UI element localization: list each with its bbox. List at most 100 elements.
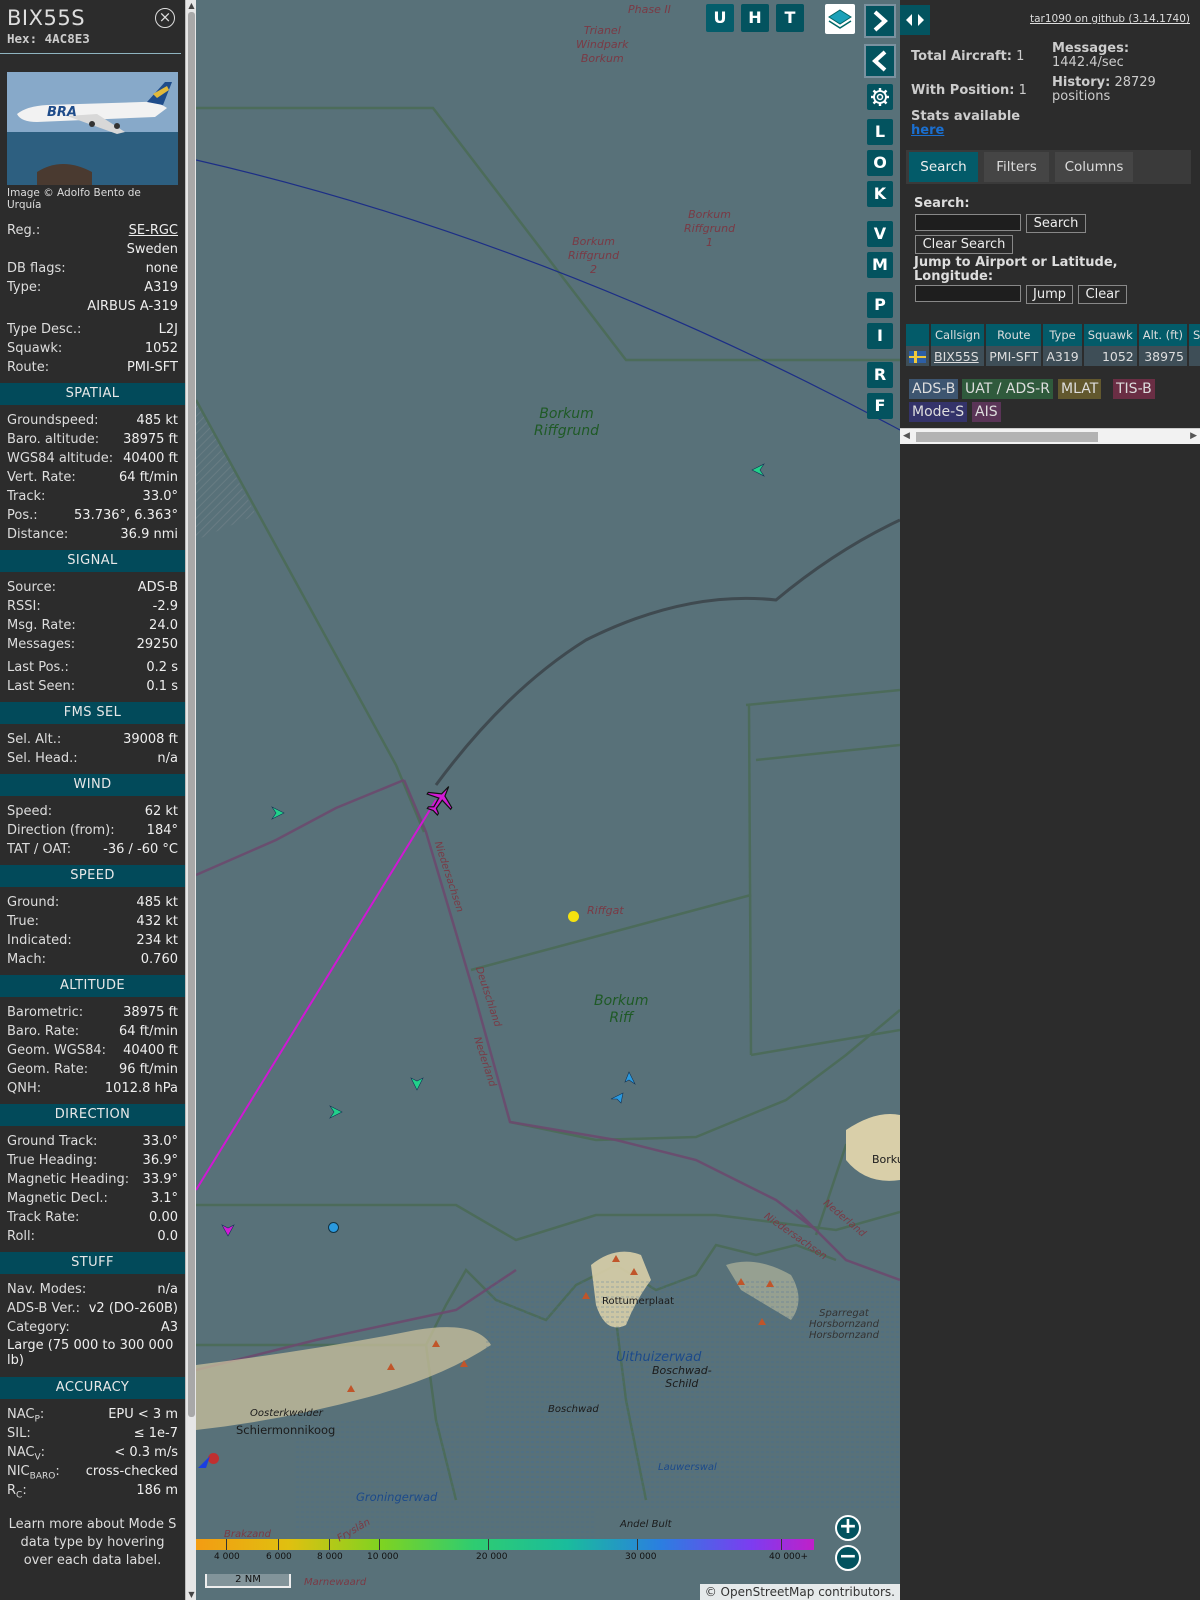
- registration-link[interactable]: SE-RGC: [129, 221, 178, 240]
- vessel-marker-icon[interactable]: [409, 1076, 425, 1092]
- toggle-labels-button[interactable]: L: [867, 119, 893, 145]
- search-button[interactable]: Search: [1026, 214, 1086, 233]
- toggle-follow-button[interactable]: F: [867, 393, 893, 419]
- toggle-replay-button[interactable]: R: [867, 362, 893, 388]
- info-label: Nav. Modes:: [7, 1282, 87, 1297]
- info-value: 29250: [136, 637, 178, 652]
- info-label: True Heading:: [7, 1153, 98, 1168]
- toggle-heatmap-button[interactable]: H: [741, 4, 769, 32]
- map-view[interactable]: Phase II Trianel Windpark Borkum Borkum …: [196, 0, 900, 1600]
- column-squawk[interactable]: Squawk: [1083, 324, 1137, 346]
- squawk-row: Squawk: 1052: [7, 339, 178, 358]
- zoom-out-button[interactable]: −: [835, 1545, 861, 1571]
- scroll-thumb[interactable]: [188, 12, 195, 1417]
- station-marker-icon[interactable]: [568, 911, 579, 922]
- attribution-link[interactable]: OpenStreetMap: [721, 1585, 815, 1599]
- info-value: -36 / -60 °C: [103, 842, 178, 857]
- clear-button[interactable]: Clear: [1078, 285, 1127, 304]
- stats-link[interactable]: here: [911, 123, 944, 138]
- close-icon[interactable]: ×: [155, 8, 175, 28]
- legend-modes: Mode-S: [909, 402, 968, 422]
- info-value: 0.2 s: [146, 660, 178, 675]
- accuracy-row: NACV: < 0.3 m/s: [7, 1443, 178, 1463]
- scroll-left-icon[interactable]: ◀: [903, 431, 910, 441]
- info-label: ADS-B Ver.:: [7, 1301, 80, 1316]
- map-label-boschwad: Boschwad: [548, 1404, 599, 1415]
- info-label: Ground Track:: [7, 1134, 98, 1149]
- info-row: Nav. Modes: n/a: [7, 1280, 178, 1299]
- column-speed[interactable]: Sp: [1188, 324, 1200, 346]
- toggle-trails-button[interactable]: T: [776, 4, 804, 32]
- aircraft-table: Callsign Route Type Squawk Alt. (ft) Sp …: [906, 324, 1200, 368]
- tab-columns[interactable]: Columns: [1055, 152, 1133, 182]
- toggle-sidebar-button[interactable]: [900, 5, 930, 35]
- toggle-multiselect-button[interactable]: M: [867, 252, 893, 278]
- type-label: Type:: [7, 280, 42, 295]
- scroll-right-icon[interactable]: ▶: [1190, 431, 1197, 441]
- column-altitude[interactable]: Alt. (ft): [1138, 324, 1187, 346]
- info-label: Pos.:: [7, 508, 38, 523]
- attribution-text: contributors.: [818, 1585, 895, 1599]
- accuracy-label: NACV:: [7, 1445, 46, 1463]
- jump-button[interactable]: Jump: [1026, 285, 1073, 304]
- zoom-in-button[interactable]: +: [835, 1515, 861, 1541]
- table-horizontal-scrollbar[interactable]: ◀ ▶: [900, 428, 1200, 444]
- vessel-marker-icon[interactable]: [196, 1454, 212, 1470]
- altitude-scale-tick: [278, 1539, 279, 1550]
- previous-aircraft-button[interactable]: [864, 44, 896, 78]
- aircraft-callsign: BIX55S: [7, 6, 86, 30]
- vessel-marker-icon[interactable]: [328, 1104, 344, 1120]
- clear-search-button[interactable]: Clear Search: [915, 235, 1013, 254]
- column-type[interactable]: Type: [1043, 324, 1082, 346]
- map-label-groningerwad: Groningerwad: [356, 1490, 438, 1504]
- row-callsign[interactable]: BIX55S: [931, 346, 985, 366]
- info-label: Speed:: [7, 804, 53, 819]
- selected-aircraft-panel: BIX55S Hex: 4AC8E3 × BRA Image © Adolfo …: [0, 0, 185, 1600]
- altitude-scale-label: 10 000: [367, 1552, 399, 1562]
- toggle-kiosk-button[interactable]: K: [867, 181, 893, 207]
- jump-input[interactable]: [915, 285, 1021, 302]
- settings-button[interactable]: [867, 84, 893, 110]
- stuff-rows: Nav. Modes: n/a ADS-B Ver.: v2 (DO-260B) Cat…: [7, 1280, 178, 1337]
- vessel-marker-icon[interactable]: [220, 1222, 236, 1238]
- toggle-vessels-button[interactable]: V: [867, 221, 893, 247]
- vessel-marker-icon[interactable]: [609, 1089, 625, 1105]
- info-label: Geom. Rate:: [7, 1062, 89, 1077]
- with-position-value: 1: [1018, 83, 1027, 98]
- map-label-phase2: Phase II: [628, 3, 671, 16]
- scroll-up-icon[interactable]: ▲: [187, 1, 196, 10]
- info-value: ADS-B: [137, 580, 178, 595]
- map-attribution: © OpenStreetMap contributors.: [699, 1584, 900, 1600]
- info-scrollbar[interactable]: ▲ ▼: [185, 0, 196, 1600]
- tab-filters[interactable]: Filters: [984, 152, 1049, 182]
- vessel-marker-icon[interactable]: [270, 805, 286, 821]
- column-flag[interactable]: [906, 324, 929, 346]
- station-marker-icon[interactable]: [328, 1222, 339, 1233]
- vessel-marker-icon[interactable]: [621, 1070, 637, 1086]
- table-row[interactable]: BIX55S PMI-SFT A319 1052 38975: [906, 346, 1200, 366]
- toggle-info-button[interactable]: I: [867, 323, 893, 349]
- row-type: A319: [1043, 346, 1082, 366]
- github-link[interactable]: tar1090 on github (3.14.1740): [1030, 13, 1190, 25]
- toggle-units-button[interactable]: U: [706, 4, 734, 32]
- toggle-persistence-button[interactable]: P: [867, 292, 893, 318]
- vessel-marker-icon[interactable]: [750, 462, 766, 478]
- tab-search[interactable]: Search: [909, 152, 978, 182]
- toggle-extended-labels-button[interactable]: O: [867, 150, 893, 176]
- layers-button[interactable]: [825, 4, 855, 34]
- selected-aircraft-icon[interactable]: [422, 782, 458, 818]
- aircraft-photo[interactable]: BRA: [7, 72, 178, 185]
- info-value: 96 ft/min: [118, 1062, 178, 1077]
- attribution-symbol: ©: [704, 1585, 717, 1599]
- next-aircraft-button[interactable]: [864, 4, 896, 38]
- column-callsign[interactable]: Callsign: [931, 324, 985, 346]
- scroll-down-icon[interactable]: ▼: [187, 1590, 196, 1599]
- search-input[interactable]: [915, 214, 1021, 231]
- info-value: 184°: [146, 823, 178, 838]
- legend-uat-adsr: UAT / ADS-R: [962, 379, 1053, 399]
- horizontal-scroll-thumb[interactable]: [916, 432, 1098, 442]
- aircraft-details: Reg.: SE-RGC Sweden DB flags: none Type: A3…: [0, 211, 185, 1501]
- reg-label: Reg.:: [7, 223, 41, 238]
- column-route[interactable]: Route: [986, 324, 1042, 346]
- info-label: Source:: [7, 580, 57, 595]
